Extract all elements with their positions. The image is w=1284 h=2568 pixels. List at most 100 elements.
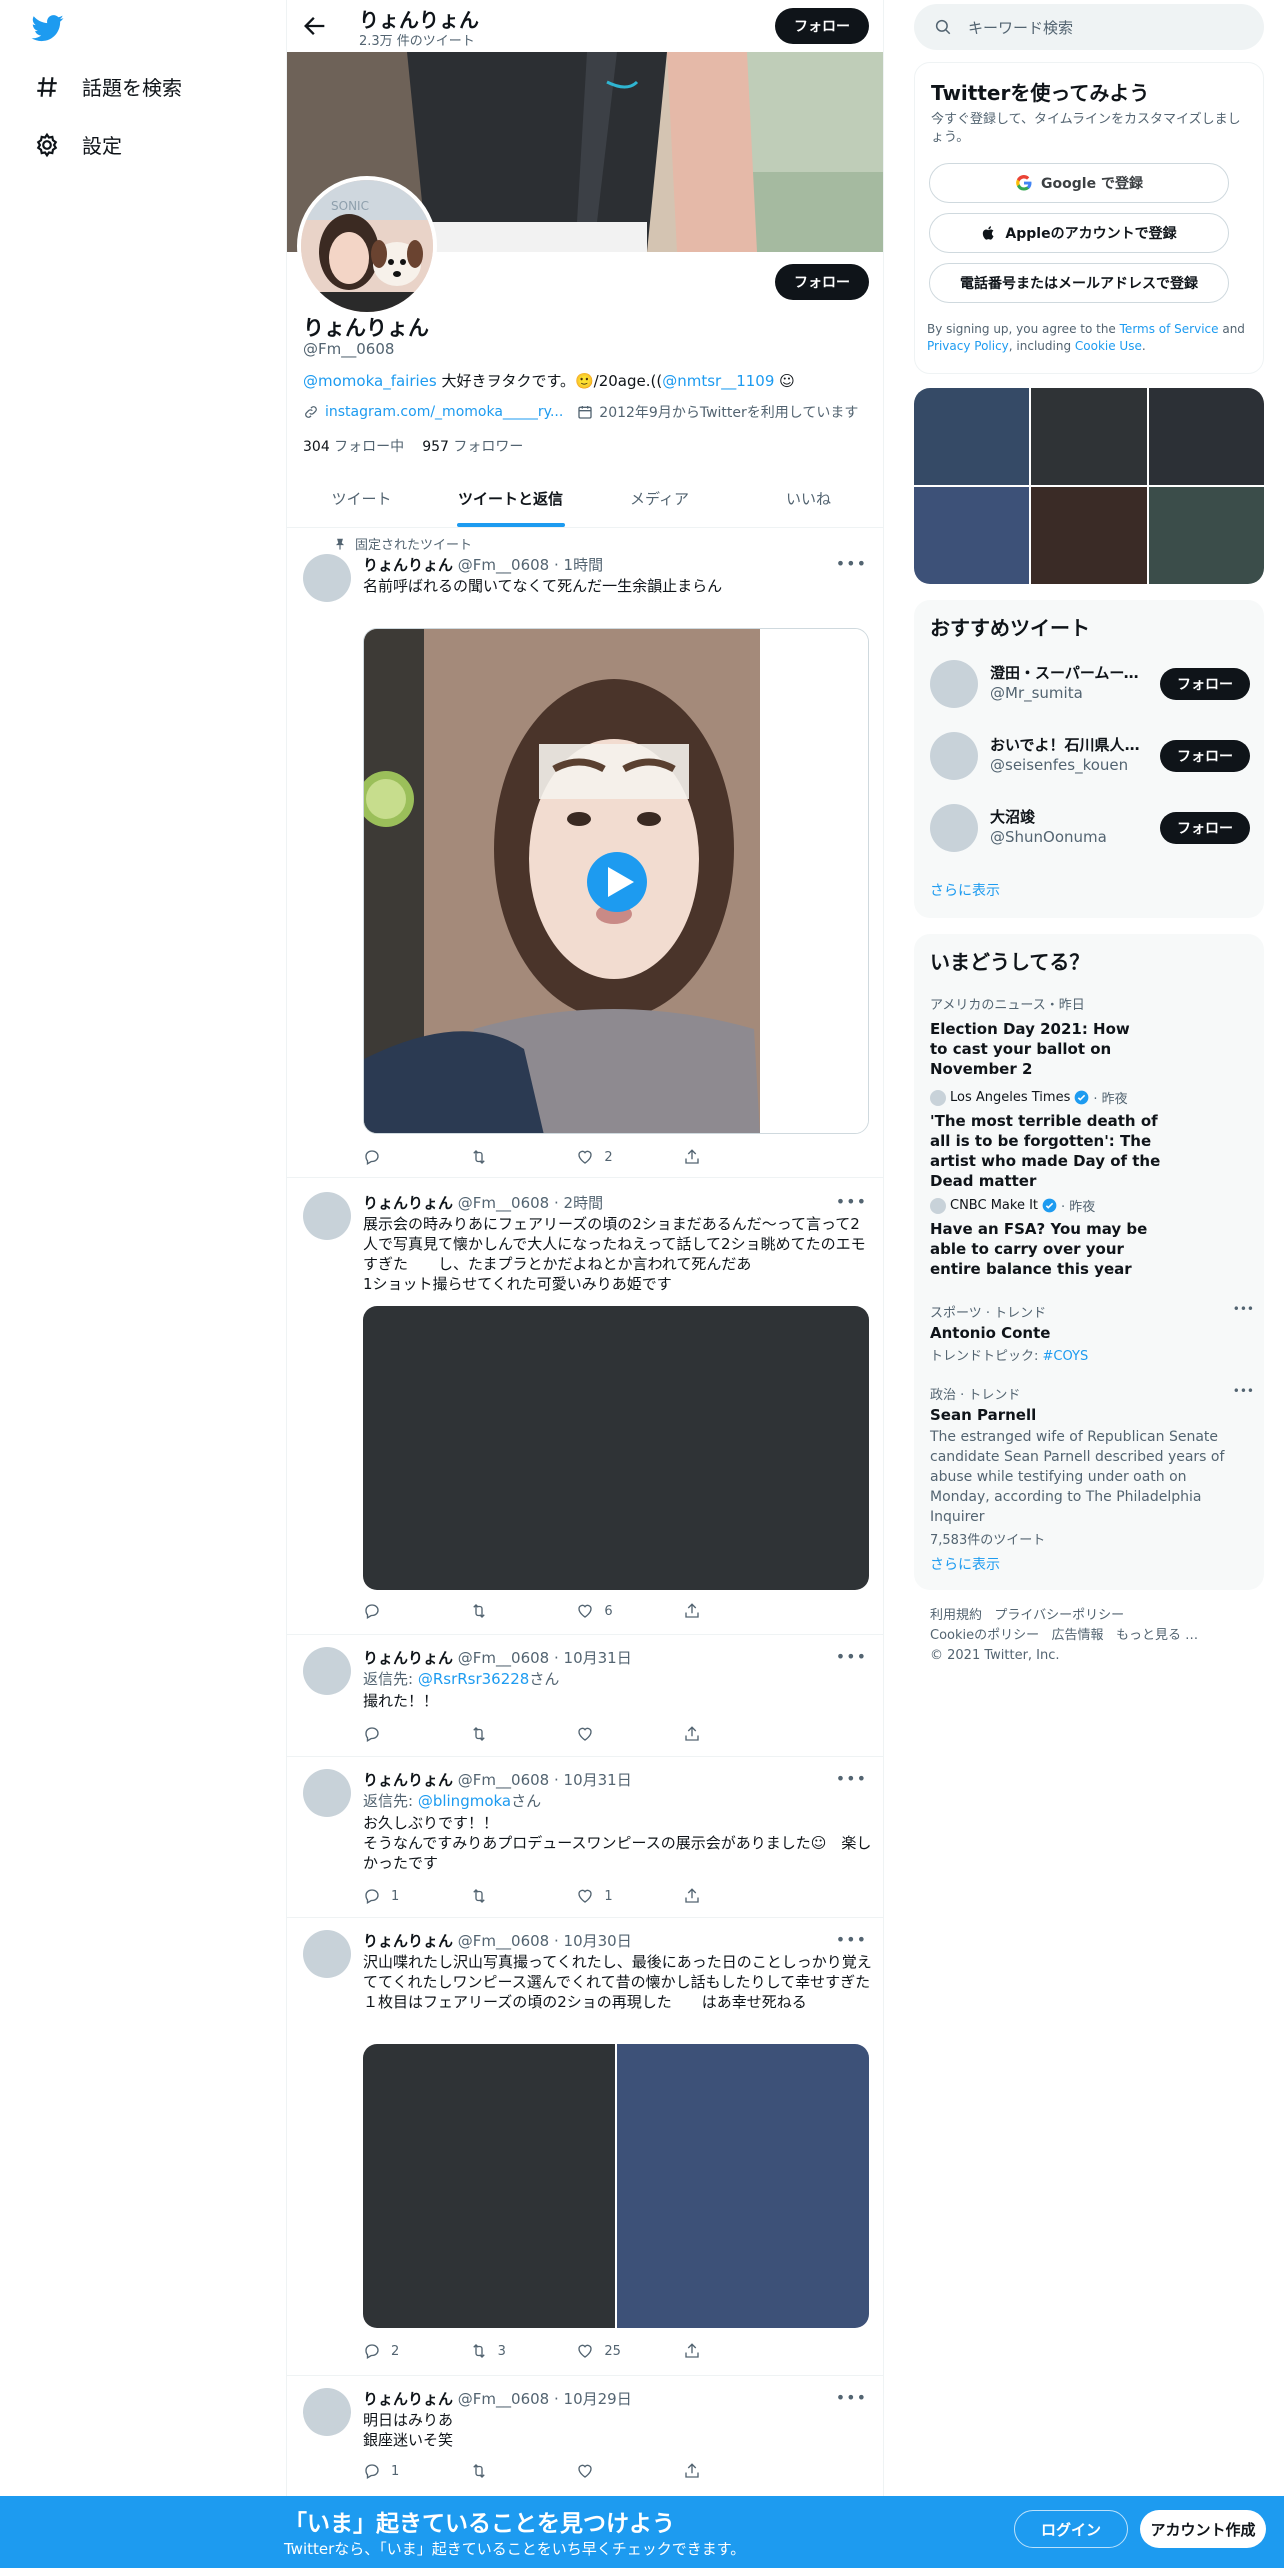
- tweet-item[interactable]: りょんりょん @Fm__0608 · 10月29日 ••• 明日はみりあ 銀座迷…: [287, 2376, 883, 2498]
- tweet-item[interactable]: りょんりょん @Fm__0608 · 10月31日 ••• 返信先: @RsrR…: [287, 1635, 883, 1757]
- reply-button[interactable]: [363, 1602, 463, 1620]
- phone-email-signup-button[interactable]: 電話番号またはメールアドレスで登録: [929, 263, 1229, 303]
- tweet-image[interactable]: [363, 2044, 615, 2328]
- media-thumbnail[interactable]: [1031, 388, 1147, 485]
- tweet-author-name[interactable]: りょんりょん: [363, 1932, 453, 1950]
- tweet-author-name[interactable]: りょんりょん: [363, 556, 453, 574]
- reply-button[interactable]: [363, 1148, 463, 1166]
- media-thumbnail[interactable]: [1031, 487, 1147, 584]
- recommended-account[interactable]: おいでよ！石川県人会… @seisenfes_kouen フォロー: [930, 730, 1250, 782]
- follow-button[interactable]: フォロー: [1160, 740, 1250, 772]
- tab-likes[interactable]: いいね: [734, 470, 883, 527]
- nav-explore[interactable]: 話題を検索: [34, 72, 182, 101]
- show-more-link[interactable]: さらに表示: [930, 880, 1000, 900]
- media-thumbnail[interactable]: [1148, 487, 1264, 584]
- tweet-author-name[interactable]: りょんりょん: [363, 2390, 453, 2408]
- tweet-author-handle[interactable]: @Fm__0608: [458, 1771, 549, 1789]
- footer-cookie-link[interactable]: Cookieのポリシー: [930, 1628, 1039, 1643]
- tweet-avatar[interactable]: [303, 1192, 351, 1240]
- twitter-logo-icon[interactable]: [30, 12, 66, 44]
- privacy-link[interactable]: Privacy Policy: [927, 339, 1009, 353]
- more-options-icon[interactable]: •••: [836, 1192, 867, 1211]
- trend-item[interactable]: CNBC Make It · 昨夜 Have an FSA? You may b…: [930, 1196, 1250, 1279]
- share-button[interactable]: [683, 2342, 783, 2360]
- tweet-author-name[interactable]: りょんりょん: [363, 1771, 453, 1789]
- tab-tweets-and-replies[interactable]: ツイートと返信: [436, 470, 585, 527]
- tab-media[interactable]: メディア: [585, 470, 734, 527]
- tweet-time[interactable]: · 10月30日: [549, 1932, 632, 1950]
- avatar[interactable]: [930, 732, 978, 780]
- tweet-avatar[interactable]: [303, 554, 351, 602]
- tweet-avatar[interactable]: [303, 1769, 351, 1817]
- tweet-avatar[interactable]: [303, 1930, 351, 1978]
- following-stat[interactable]: 304 フォロー中: [303, 436, 404, 456]
- create-account-button[interactable]: アカウント作成: [1140, 2510, 1266, 2548]
- footer-more-link[interactable]: もっと見る …: [1116, 1628, 1198, 1643]
- more-options-icon[interactable]: •••: [836, 1930, 867, 1949]
- website-link[interactable]: instagram.com/_momoka_____ry...: [325, 404, 563, 420]
- tweet-video[interactable]: [363, 628, 869, 1134]
- tweet-author-handle[interactable]: @Fm__0608: [458, 2390, 549, 2408]
- like-button[interactable]: 6: [576, 1602, 676, 1620]
- more-options-icon[interactable]: •••: [1233, 1302, 1254, 1316]
- share-button[interactable]: [683, 1148, 783, 1166]
- tweet-time[interactable]: · 1時間: [549, 556, 603, 574]
- like-button[interactable]: [576, 1725, 676, 1743]
- tweet-item[interactable]: 固定されたツイート りょんりょん @Fm__0608 · 1時間 ••• 名前呼…: [287, 528, 883, 1178]
- tweet-image[interactable]: [617, 2044, 869, 2328]
- reply-button[interactable]: 2: [363, 2342, 463, 2360]
- like-button[interactable]: 1: [576, 1887, 676, 1905]
- footer-privacy-link[interactable]: プライバシーポリシー: [994, 1608, 1124, 1623]
- hashtag-link[interactable]: #COYS: [1043, 1349, 1089, 1364]
- back-arrow-icon[interactable]: [301, 12, 329, 40]
- reply-to-mention[interactable]: @blingmoka: [418, 1792, 511, 1810]
- nav-settings[interactable]: 設定: [34, 130, 122, 159]
- tweet-time[interactable]: · 10月31日: [549, 1771, 632, 1789]
- footer-terms-link[interactable]: 利用規約: [930, 1608, 982, 1623]
- tab-tweets[interactable]: ツイート: [287, 470, 436, 527]
- login-button[interactable]: ログイン: [1014, 2510, 1128, 2548]
- trend-item[interactable]: アメリカのニュース・昨日 Election Day 2021: How to c…: [930, 994, 1250, 1079]
- tweet-time[interactable]: · 2時間: [549, 1194, 603, 1212]
- follow-button[interactable]: フォロー: [1160, 668, 1250, 700]
- tweet-avatar[interactable]: [303, 2388, 351, 2436]
- more-options-icon[interactable]: •••: [836, 554, 867, 573]
- google-signup-button[interactable]: Google で登録: [929, 163, 1229, 203]
- retweet-button[interactable]: [470, 2462, 570, 2480]
- recommended-account[interactable]: 澄田・スーパームーン… @Mr_sumita フォロー: [930, 658, 1250, 710]
- followers-stat[interactable]: 957 フォロワー: [422, 436, 523, 456]
- tweet-author-name[interactable]: りょんりょん: [363, 1649, 453, 1667]
- trend-item[interactable]: Los Angeles Times · 昨夜 'The most terribl…: [930, 1088, 1250, 1191]
- more-options-icon[interactable]: •••: [836, 2388, 867, 2407]
- tweet-time[interactable]: · 10月31日: [549, 1649, 632, 1667]
- tweet-author-handle[interactable]: @Fm__0608: [458, 556, 549, 574]
- recommended-account[interactable]: 大沼竣 @ShunOonuma フォロー: [930, 802, 1250, 854]
- more-options-icon[interactable]: •••: [836, 1647, 867, 1666]
- reply-button[interactable]: 1: [363, 2462, 463, 2480]
- profile-website[interactable]: instagram.com/_momoka_____ry...: [303, 404, 563, 420]
- like-button[interactable]: [576, 2462, 676, 2480]
- tweet-author-handle[interactable]: @Fm__0608: [458, 1932, 549, 1950]
- like-button[interactable]: 25: [576, 2342, 676, 2360]
- share-button[interactable]: [683, 1725, 783, 1743]
- bio-mention[interactable]: @momoka_fairies: [303, 372, 437, 390]
- tweet-time[interactable]: · 10月29日: [549, 2390, 632, 2408]
- tweet-item[interactable]: りょんりょん @Fm__0608 · 10月31日 ••• 返信先: @blin…: [287, 1757, 883, 1918]
- reply-to-mention[interactable]: @RsrRsr36228: [418, 1670, 530, 1688]
- tweet-author-handle[interactable]: @Fm__0608: [458, 1194, 549, 1212]
- profile-follow-button[interactable]: フォロー: [775, 264, 869, 300]
- tweet-item[interactable]: りょんりょん @Fm__0608 · 10月30日 ••• 沢山喋れたし沢山写真…: [287, 1918, 883, 2376]
- more-options-icon[interactable]: •••: [1233, 1384, 1254, 1398]
- retweet-button[interactable]: [470, 1725, 570, 1743]
- retweet-button[interactable]: 3: [470, 2342, 570, 2360]
- media-thumbnail[interactable]: [914, 487, 1030, 584]
- like-button[interactable]: 2: [576, 1148, 676, 1166]
- search-input[interactable]: キーワード検索: [914, 4, 1264, 50]
- more-options-icon[interactable]: •••: [836, 1769, 867, 1788]
- profile-avatar[interactable]: SONIC: [297, 176, 437, 316]
- share-button[interactable]: [683, 1602, 783, 1620]
- tweet-author-name[interactable]: りょんりょん: [363, 1194, 453, 1212]
- follow-button[interactable]: フォロー: [1160, 812, 1250, 844]
- reply-button[interactable]: 1: [363, 1887, 463, 1905]
- footer-ads-link[interactable]: 広告情報: [1052, 1628, 1104, 1643]
